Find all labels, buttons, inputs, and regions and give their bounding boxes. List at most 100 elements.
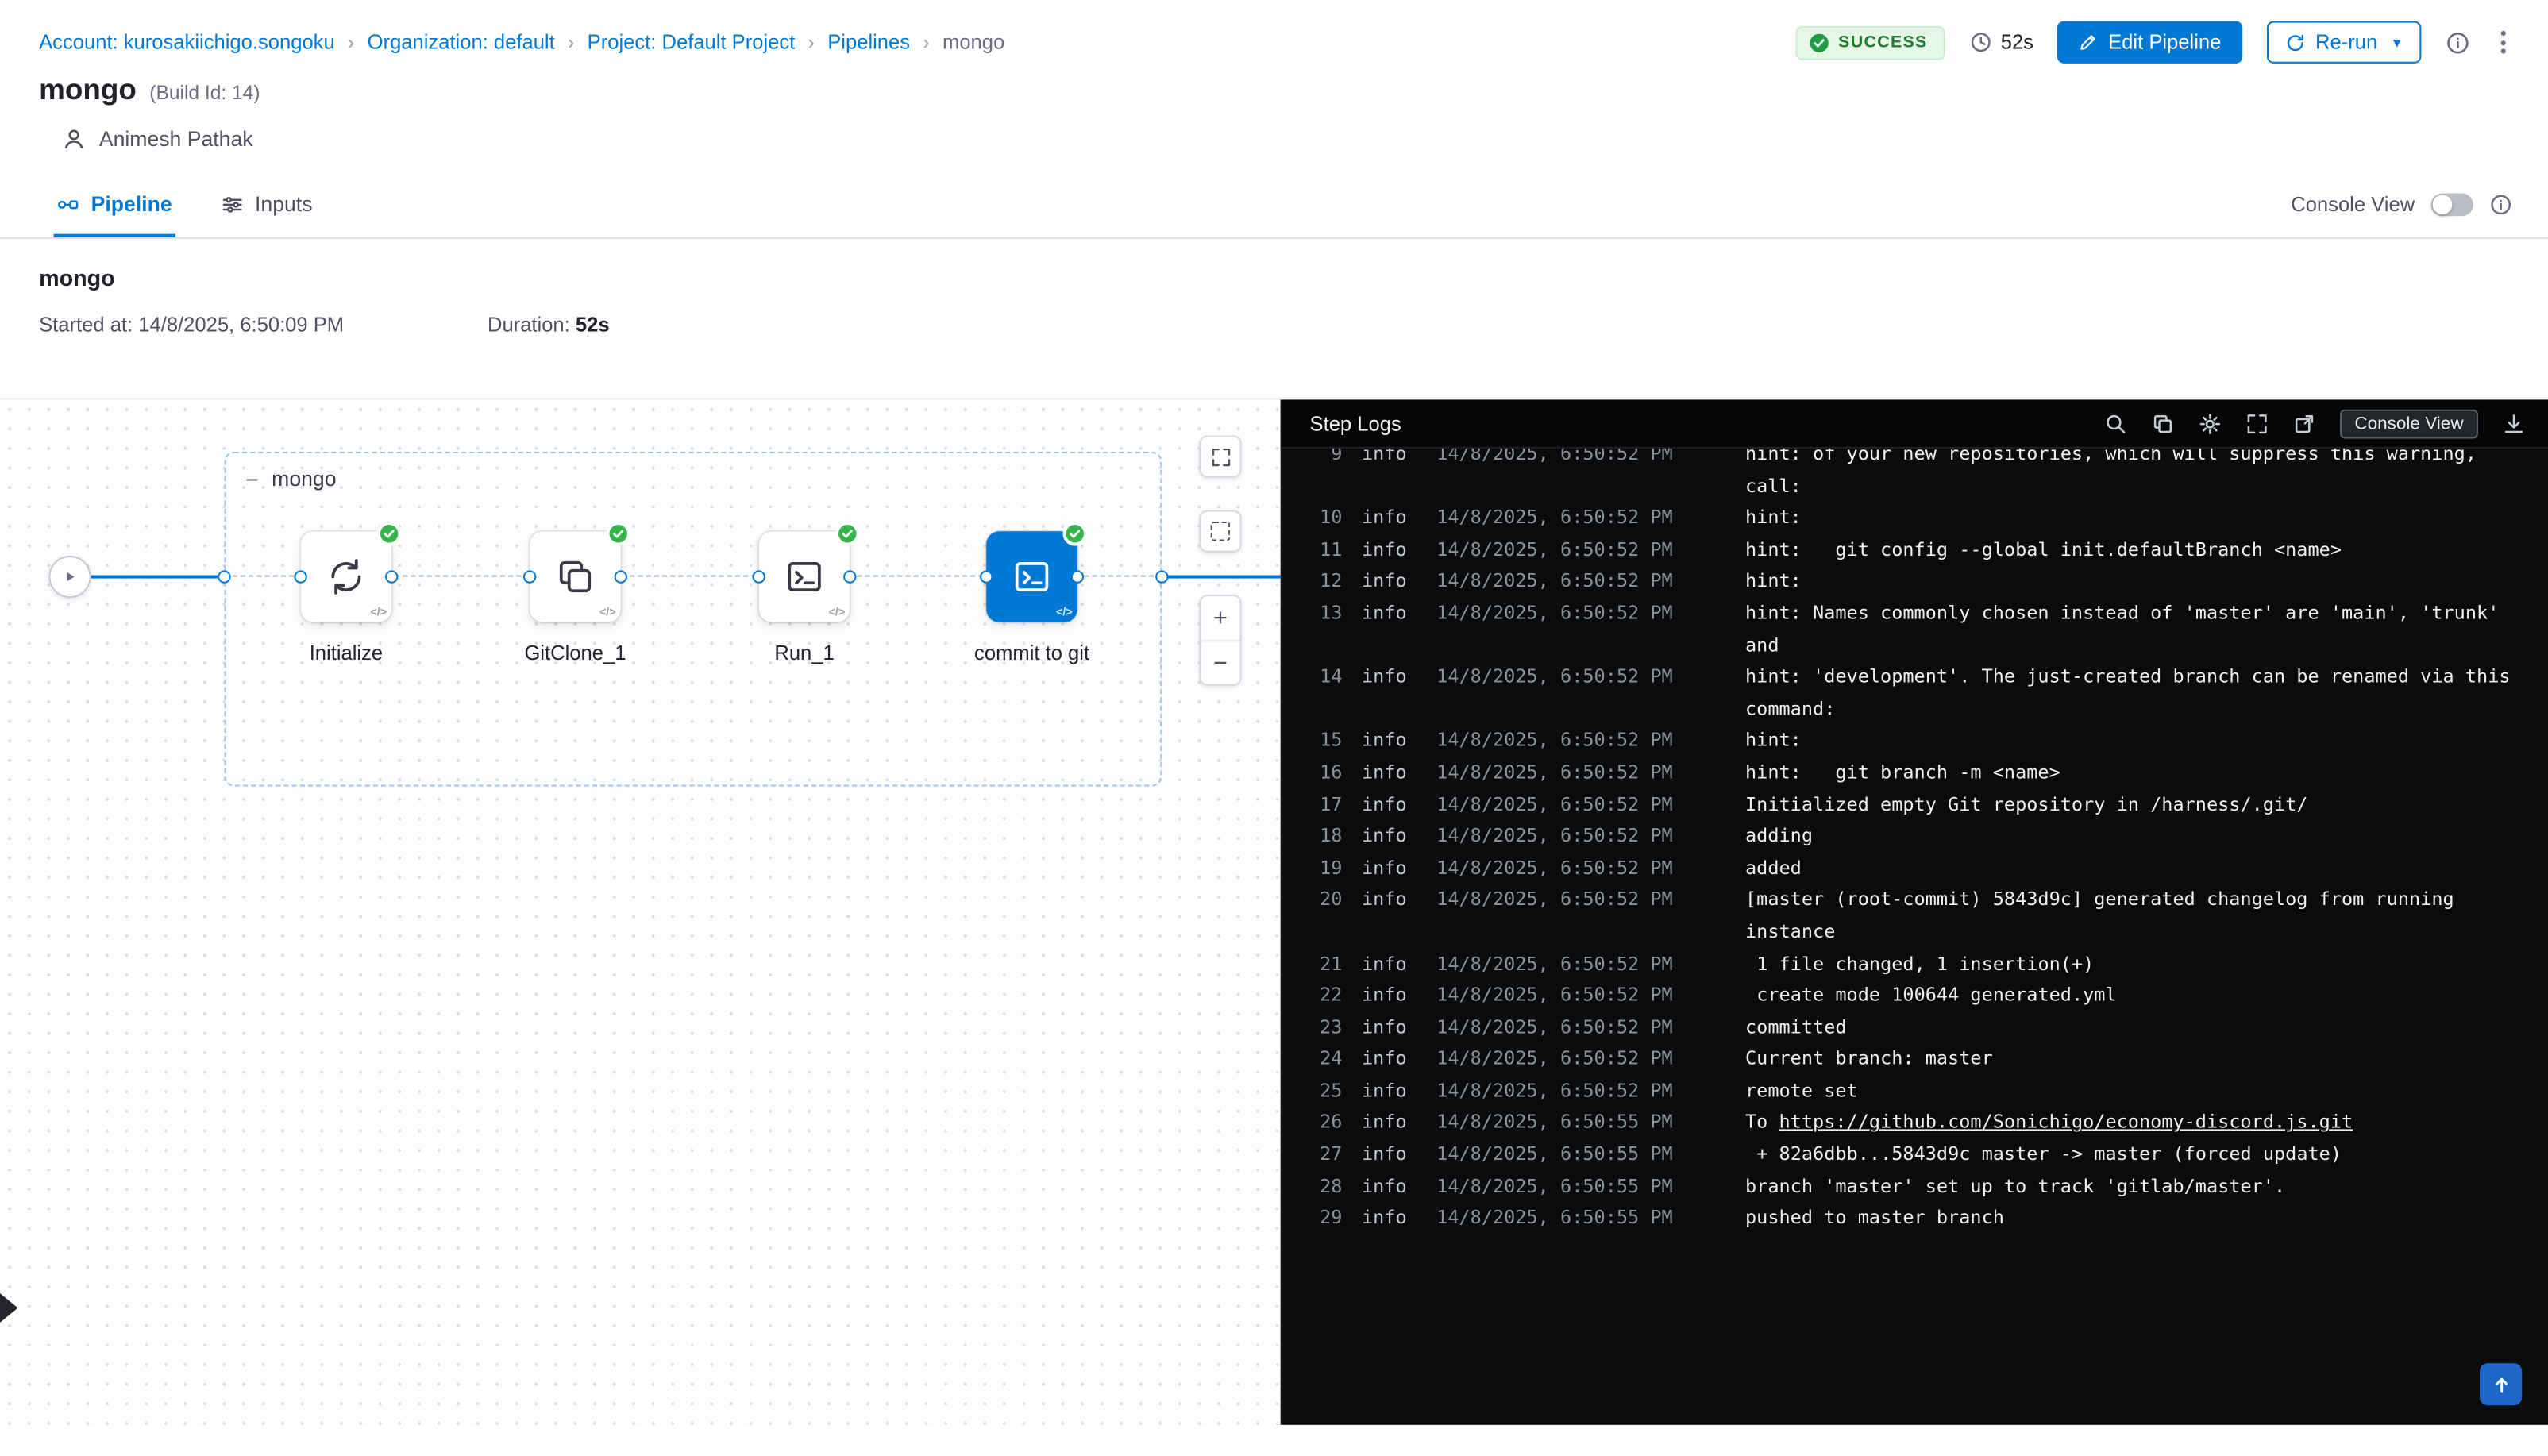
build-id: (Build Id: 14) xyxy=(149,81,260,104)
canvas-controls: + − xyxy=(1199,435,1241,685)
log-line-number: 27 xyxy=(1310,1139,1343,1171)
tab-bar: Pipeline Inputs Console View xyxy=(0,171,2548,239)
log-timestamp: 14/8/2025, 6:50:55 PM xyxy=(1436,1203,1725,1235)
log-row: 17 info 14/8/2025, 6:50:52 PM Initialize… xyxy=(1310,789,2526,821)
log-body[interactable]: 9 info 14/8/2025, 6:50:52 PM hint: of yo… xyxy=(1281,449,2548,1425)
log-line-number: 10 xyxy=(1310,503,1343,534)
rerun-icon xyxy=(2284,32,2306,53)
log-download-icon[interactable] xyxy=(2503,412,2526,435)
canvas-select-button[interactable] xyxy=(1199,510,1241,553)
log-search-icon[interactable] xyxy=(2104,412,2127,435)
start-node[interactable] xyxy=(48,556,91,598)
duration-value: 52s xyxy=(2001,31,2033,54)
console-view-toggle[interactable] xyxy=(2431,193,2473,216)
tab-pipeline[interactable]: Pipeline xyxy=(54,171,175,237)
breadcrumb-organization[interactable]: Organization: default xyxy=(368,31,555,54)
breadcrumb-project[interactable]: Project: Default Project xyxy=(588,31,796,54)
log-copy-icon[interactable] xyxy=(2152,412,2175,435)
collapse-icon[interactable]: − xyxy=(245,467,259,490)
pipeline-canvas[interactable]: − mongo </> Initialize xyxy=(0,399,1281,1424)
nav-expand-handle[interactable] xyxy=(0,1293,18,1323)
connector-port xyxy=(523,570,536,583)
chevron-down-icon[interactable]: ▼ xyxy=(2391,35,2403,49)
page-title: mongo xyxy=(39,73,137,107)
log-message: adding xyxy=(1745,821,2525,853)
tab-pipeline-label: Pipeline xyxy=(91,191,172,216)
pipeline-info-icon[interactable] xyxy=(2446,30,2470,55)
breadcrumb: Account: kurosakiichigo.songoku › Organi… xyxy=(39,31,1004,54)
step-label: Initialize xyxy=(310,641,383,664)
run-info: mongo Started at: 14/8/2025, 6:50:09 PM … xyxy=(0,239,2548,399)
log-line-number: 25 xyxy=(1310,1076,1343,1107)
step-success-icon xyxy=(835,522,860,546)
log-row: 28 info 14/8/2025, 6:50:55 PM branch 'ma… xyxy=(1310,1171,2526,1203)
log-timestamp: 14/8/2025, 6:50:52 PM xyxy=(1436,980,1725,1011)
stage-group-label: − mongo xyxy=(245,466,336,491)
marquee-icon xyxy=(1211,522,1231,541)
pipeline-step-initialize[interactable]: </> Initialize xyxy=(301,531,392,622)
tab-inputs[interactable]: Inputs xyxy=(218,171,316,237)
log-settings-icon[interactable] xyxy=(2199,412,2222,435)
app-root: Account: kurosakiichigo.songoku › Organi… xyxy=(0,0,2548,1456)
title-row: mongo (Build Id: 14) xyxy=(0,70,2548,107)
console-view-label: Console View xyxy=(2291,193,2415,216)
log-row: 26 info 14/8/2025, 6:50:55 PM To https:/… xyxy=(1310,1107,2526,1139)
log-message: [master (root-commit) 5843d9c] generated… xyxy=(1745,884,2525,948)
pipeline-step-run[interactable]: </> Run_1 xyxy=(759,531,850,622)
log-message: hint: of your new repositories, which wi… xyxy=(1745,449,2525,503)
status-label: SUCCESS xyxy=(1838,33,1927,52)
log-row: 23 info 14/8/2025, 6:50:52 PM committed xyxy=(1310,1011,2526,1043)
top-bar: Account: kurosakiichigo.songoku › Organi… xyxy=(0,0,2548,70)
log-level: info xyxy=(1362,534,1417,566)
pipeline-step-gitclone[interactable]: </> GitClone_1 xyxy=(530,531,621,622)
log-message: hint: 'development'. The just-created br… xyxy=(1745,661,2525,725)
zoom-in-button[interactable]: + xyxy=(1201,596,1239,640)
rerun-button[interactable]: Re-run ▼ xyxy=(2267,21,2422,64)
log-level: info xyxy=(1362,1203,1417,1235)
run-name: mongo xyxy=(39,265,2509,291)
log-timestamp: 14/8/2025, 6:50:52 PM xyxy=(1436,534,1725,566)
pipeline-step-commit-to-git[interactable]: </> commit to git xyxy=(986,531,1077,622)
play-icon xyxy=(62,568,78,584)
log-fullscreen-icon[interactable] xyxy=(2245,412,2269,435)
step-success-icon xyxy=(377,522,402,546)
log-level: info xyxy=(1362,661,1417,725)
breadcrumb-account[interactable]: Account: kurosakiichigo.songoku xyxy=(39,31,335,54)
edit-pipeline-label: Edit Pipeline xyxy=(2108,31,2221,54)
log-message: 1 file changed, 1 insertion(+) xyxy=(1745,948,2525,980)
step-label: GitClone_1 xyxy=(524,641,626,664)
inputs-icon xyxy=(221,193,244,216)
log-message: committed xyxy=(1745,1011,2525,1043)
zoom-out-button[interactable]: − xyxy=(1201,640,1239,684)
log-line-number: 15 xyxy=(1310,725,1343,757)
log-message: hint: xyxy=(1745,725,2525,757)
log-row: 11 info 14/8/2025, 6:50:52 PM hint: git … xyxy=(1310,534,2526,566)
log-link[interactable]: https://github.com/Sonichigo/economy-dis… xyxy=(1779,1111,2353,1134)
stage-group-name: mongo xyxy=(272,466,336,491)
breadcrumb-separator: › xyxy=(348,31,354,54)
more-options-icon[interactable] xyxy=(2494,28,2512,57)
log-open-in-new-icon[interactable] xyxy=(2293,412,2316,435)
log-line-number: 11 xyxy=(1310,534,1343,566)
console-view-info-icon[interactable] xyxy=(2489,193,2512,216)
log-line-number: 21 xyxy=(1310,948,1343,980)
log-timestamp: 14/8/2025, 6:50:52 PM xyxy=(1436,884,1725,948)
console-view-button[interactable]: Console View xyxy=(2340,409,2478,438)
log-row: 25 info 14/8/2025, 6:50:52 PM remote set xyxy=(1310,1076,2526,1107)
log-level: info xyxy=(1362,1171,1417,1203)
connector-port xyxy=(843,570,856,583)
log-row: 12 info 14/8/2025, 6:50:52 PM hint: xyxy=(1310,566,2526,598)
log-row: 20 info 14/8/2025, 6:50:52 PM [master (r… xyxy=(1310,884,2526,948)
breadcrumb-pipelines[interactable]: Pipelines xyxy=(827,31,910,54)
step-success-icon xyxy=(606,522,630,546)
duration-value: 52s xyxy=(576,314,610,337)
edit-pipeline-button[interactable]: Edit Pipeline xyxy=(2058,21,2242,64)
step-logs-header: Step Logs xyxy=(1281,399,2548,448)
scroll-to-top-button[interactable] xyxy=(2480,1363,2522,1405)
log-message: pushed to master branch xyxy=(1745,1203,2525,1235)
log-message: hint: Names commonly chosen instead of '… xyxy=(1745,598,2525,661)
author-name: Animesh Pathak xyxy=(99,127,253,152)
canvas-fullscreen-button[interactable] xyxy=(1199,435,1241,477)
log-line-number: 13 xyxy=(1310,598,1343,661)
terminal-icon xyxy=(1011,556,1053,598)
